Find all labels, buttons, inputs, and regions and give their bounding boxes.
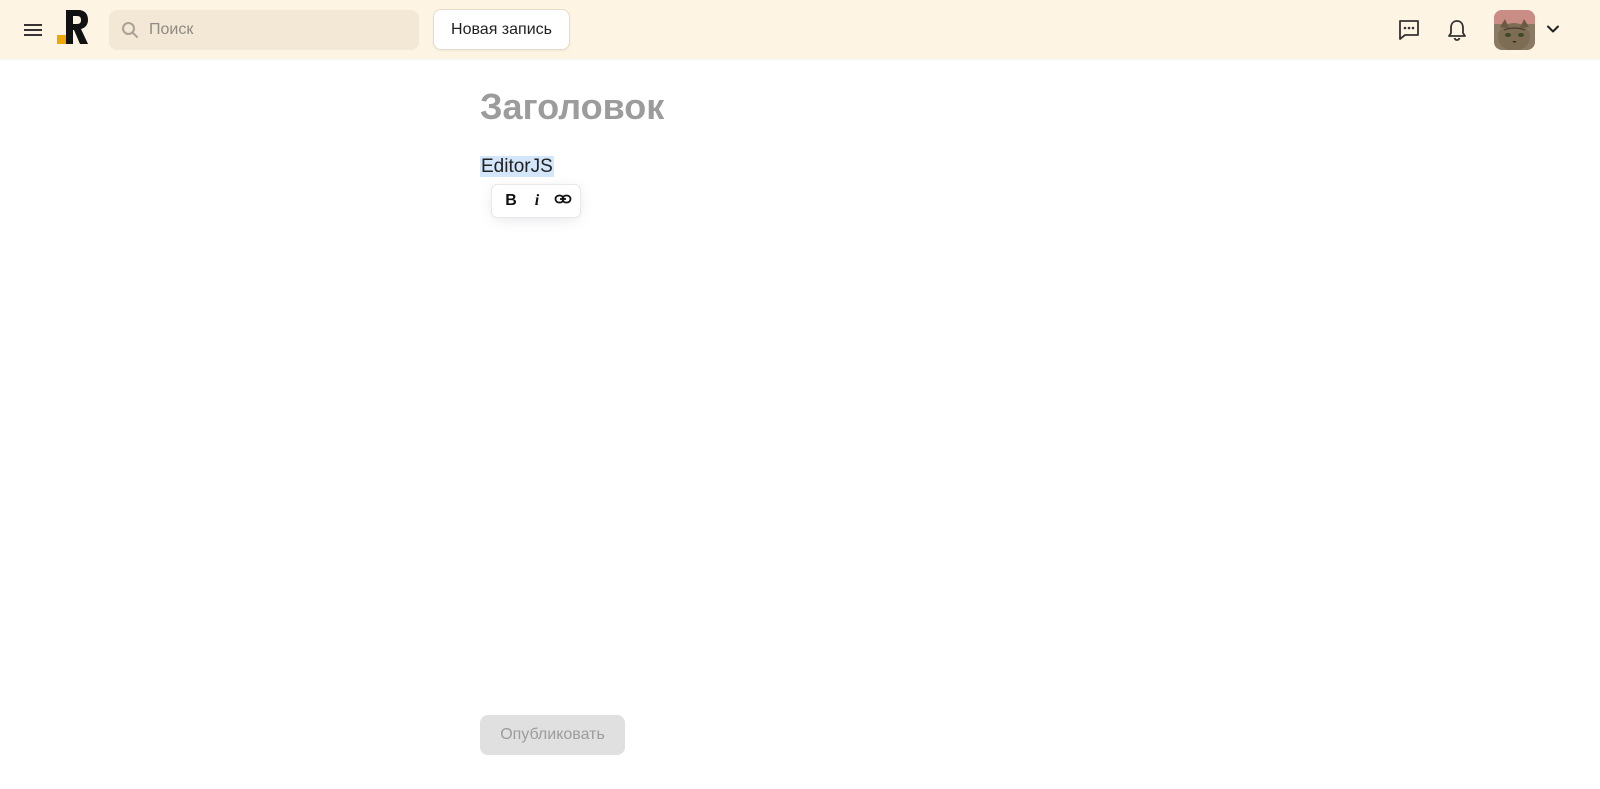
search-input[interactable] bbox=[149, 10, 409, 50]
search-box[interactable] bbox=[109, 10, 419, 50]
messages-icon[interactable] bbox=[1396, 17, 1422, 43]
bell-icon[interactable] bbox=[1444, 17, 1470, 43]
menu-icon[interactable] bbox=[21, 18, 45, 42]
chevron-down-icon[interactable] bbox=[1543, 19, 1563, 39]
italic-button[interactable]: i bbox=[524, 188, 550, 214]
avatar[interactable] bbox=[1494, 10, 1535, 50]
bold-button[interactable]: B bbox=[498, 188, 524, 214]
new-post-button[interactable]: Новая запись bbox=[433, 9, 570, 50]
title-field[interactable]: Заголовок bbox=[480, 86, 664, 128]
publish-button[interactable]: Опубликовать bbox=[480, 715, 625, 755]
search-icon bbox=[121, 21, 139, 39]
link-icon bbox=[554, 190, 572, 213]
paragraph-block[interactable]: EditorJS bbox=[480, 153, 554, 181]
inline-toolbar: B i bbox=[491, 184, 581, 218]
logo[interactable] bbox=[57, 9, 89, 45]
selected-text[interactable]: EditorJS bbox=[480, 156, 554, 177]
top-header: Новая запись bbox=[0, 0, 1600, 59]
link-button[interactable] bbox=[550, 188, 576, 214]
